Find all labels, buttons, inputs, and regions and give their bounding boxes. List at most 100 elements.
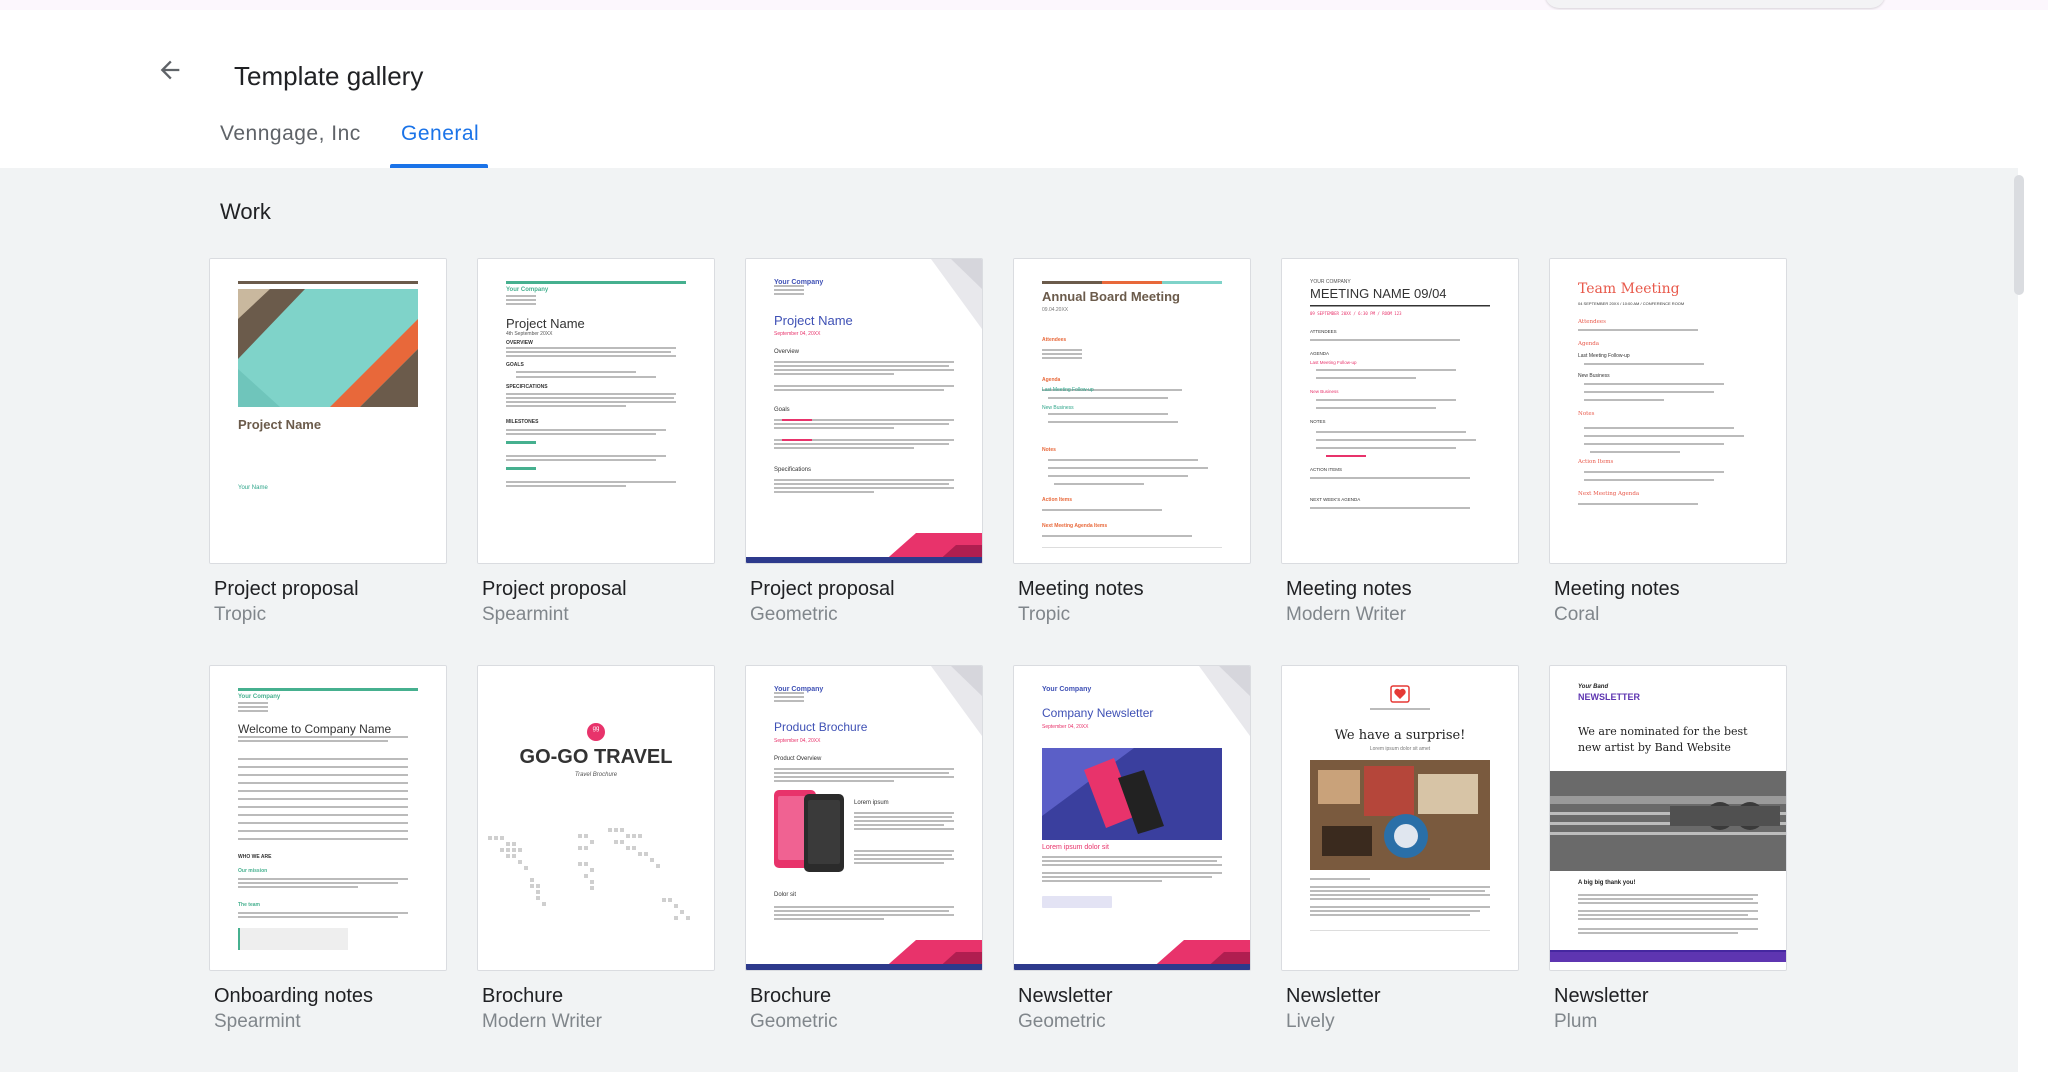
template-name[interactable]: Onboarding notes <box>214 985 373 1008</box>
template-style: Geometric <box>750 604 838 625</box>
thumb-heading: Project Name <box>506 316 585 331</box>
thumb-heading: Team Meeting <box>1578 281 1680 297</box>
thumb-section: Action Items <box>1042 497 1073 503</box>
thumb-subtext: 04 SEPTEMBER 20XX / 10:00 AM / CONFERENC… <box>1578 301 1685 306</box>
thumb-subtext: Lorem ipsum dolor sit amet <box>1369 746 1431 752</box>
thumb-subtext: September 04, 20XX <box>774 331 821 337</box>
template-card-brochure-modern-writer[interactable]: gg GO-GO TRAVEL Travel Brochure <box>477 665 715 971</box>
template-card-project-proposal-geometric[interactable]: Your Company Project Name September 04, … <box>745 258 983 564</box>
template-name[interactable]: Brochure <box>482 985 563 1008</box>
scrollbar-thumb[interactable] <box>2014 175 2024 295</box>
template-thumbnail <box>1282 666 1518 970</box>
thumb-heading: MEETING NAME 09/04 <box>1310 286 1447 301</box>
thumb-section: NEXT WEEK'S AGENDA <box>1310 497 1361 502</box>
template-card-newsletter-lively[interactable]: We have a surprise! Lorem ipsum dolor si… <box>1281 665 1519 971</box>
template-style: Geometric <box>1018 1011 1106 1032</box>
template-name[interactable]: Project proposal <box>750 578 895 601</box>
template-thumbnail <box>478 666 714 970</box>
thumb-subtext: 09 SEPTEMBER 20XX / 6:30 PM / ROOM 123 <box>1310 311 1402 316</box>
thumb-subtext: Travel Brochure <box>574 772 618 778</box>
template-style: Lively <box>1286 1011 1335 1032</box>
template-style: Tropic <box>214 604 267 625</box>
thumb-company: Your Company <box>238 694 281 700</box>
thumb-section: Last Meeting Follow-up <box>1042 387 1094 393</box>
template-name[interactable]: Meeting notes <box>1286 578 1412 601</box>
tab-general[interactable]: General <box>401 122 479 146</box>
thumb-logo: gg <box>592 726 600 732</box>
thumb-section: Next Meeting Agenda <box>1578 491 1640 497</box>
template-name[interactable]: Meeting notes <box>1018 578 1144 601</box>
template-thumbnail <box>746 666 982 970</box>
template-style: Plum <box>1554 1011 1598 1032</box>
thumb-section: Last Meeting Follow-up <box>1310 360 1357 365</box>
thumb-company: Your Company <box>774 279 824 286</box>
template-style: Geometric <box>750 1011 838 1032</box>
template-card-brochure-geometric[interactable]: Your Company Product Brochure September … <box>745 665 983 971</box>
page-title: Template gallery <box>234 61 424 91</box>
thumb-subtext: Your Name <box>238 485 268 491</box>
thumb-company: Your Company <box>1042 686 1092 693</box>
thumb-section: New Business <box>1042 405 1074 411</box>
template-name[interactable]: Brochure <box>750 985 831 1008</box>
thumb-heading: Project Name <box>774 313 853 328</box>
template-name[interactable]: Project proposal <box>482 578 627 601</box>
thumb-section: OVERVIEW <box>506 340 533 346</box>
thumb-section: New Business <box>1578 373 1610 379</box>
thumb-section: ATTENDEES <box>1310 329 1337 334</box>
template-name[interactable]: Meeting notes <box>1554 578 1680 601</box>
template-card-onboarding-notes-spearmint[interactable]: Your Company Welcome to Company Name WHO… <box>209 665 447 971</box>
template-card-meeting-notes-coral[interactable]: Team Meeting 04 SEPTEMBER 20XX / 10:00 A… <box>1549 258 1787 564</box>
template-thumbnail <box>210 666 446 970</box>
thumb-section: Goals <box>774 407 790 413</box>
template-thumbnail <box>1282 259 1518 563</box>
tab-venngage[interactable]: Venngage, Inc <box>220 122 361 146</box>
thumb-caption: Lorem ipsum dolor sit <box>1042 844 1109 851</box>
thumb-section: Action Items <box>1578 459 1614 465</box>
thumb-section: ACTION ITEMS <box>1310 467 1343 472</box>
thumb-section: Notes <box>1042 447 1056 453</box>
top-right-pill <box>1545 0 1885 8</box>
thumb-heading: Product Brochure <box>774 720 868 734</box>
thumb-company: Your Company <box>506 287 549 293</box>
thumb-subtext: September 04, 20XX <box>774 738 821 744</box>
thumb-heading: GO-GO TRAVEL <box>519 746 673 768</box>
template-thumbnail <box>1550 666 1786 970</box>
template-name[interactable]: Newsletter <box>1018 985 1112 1008</box>
thumb-section: SPECIFICATIONS <box>506 384 548 390</box>
back-button[interactable] <box>152 52 188 88</box>
template-thumbnail <box>478 259 714 563</box>
thumb-section: Attendees <box>1578 319 1606 325</box>
thumb-caption: A big big thank you! <box>1578 880 1636 886</box>
thumb-section: New Business <box>1310 389 1339 394</box>
template-card-meeting-notes-tropic[interactable]: Annual Board Meeting 09.04.20XX Attendee… <box>1013 258 1251 564</box>
template-style: Modern Writer <box>482 1011 603 1032</box>
thumb-heading: We are nominated for the best new artist… <box>1578 725 1748 754</box>
template-name[interactable]: Newsletter <box>1554 985 1648 1008</box>
thumb-section: Product Overview <box>774 756 822 762</box>
thumb-company: YOUR COMPANY <box>1310 279 1351 285</box>
thumb-section: AGENDA <box>1310 351 1330 356</box>
thumb-section: Lorem ipsum <box>854 800 889 806</box>
template-card-project-proposal-tropic[interactable]: Project Name Your Name <box>209 258 447 564</box>
template-style: Modern Writer <box>1286 604 1407 625</box>
thumb-section: WHO WE ARE <box>238 854 272 860</box>
template-card-newsletter-geometric[interactable]: Your Company Company Newsletter Septembe… <box>1013 665 1251 971</box>
thumb-section: The team <box>238 902 260 908</box>
thumb-heading: Project Name <box>238 417 322 432</box>
template-card-project-proposal-spearmint[interactable]: Your Company Project Name 4th September … <box>477 258 715 564</box>
thumb-section: Attendees <box>1042 337 1067 343</box>
arrow-back-icon <box>160 60 180 80</box>
thumb-section: Last Meeting Follow-up <box>1578 353 1630 359</box>
template-card-meeting-notes-modern-writer[interactable]: YOUR COMPANY MEETING NAME 09/04 09 SEPTE… <box>1281 258 1519 564</box>
thumb-section: Overview <box>774 349 800 355</box>
thumb-section: Dolor sit <box>774 892 797 898</box>
thumb-label: NEWSLETTER <box>1578 692 1640 702</box>
thumb-subtext: 4th September 20XX <box>506 331 553 337</box>
thumb-section: Our mission <box>238 868 268 874</box>
thumb-section: Specifications <box>774 467 812 473</box>
template-style: Spearmint <box>482 604 569 625</box>
thumb-section: MILESTONES <box>506 419 539 425</box>
template-card-newsletter-plum[interactable]: Your Band NEWSLETTER We are nominated fo… <box>1549 665 1787 971</box>
template-name[interactable]: Newsletter <box>1286 985 1380 1008</box>
template-name[interactable]: Project proposal <box>214 578 359 601</box>
